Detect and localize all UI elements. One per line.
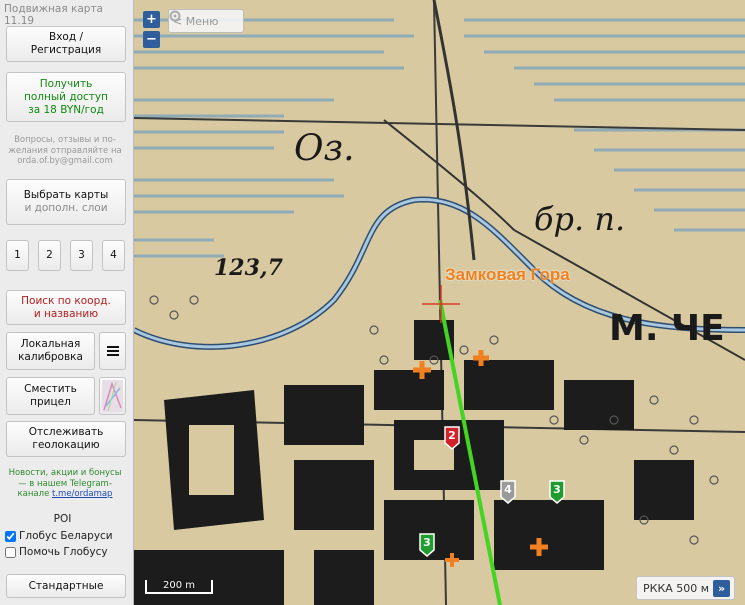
- poi-globe-label: Глобус Беларуси: [19, 530, 113, 542]
- marker-number: 4: [504, 483, 512, 496]
- map-town-label: М. ЧЕ: [609, 308, 725, 349]
- login-button[interactable]: Вход / Регистрация: [6, 26, 126, 62]
- app-title: Подвижная карта 11.19: [4, 3, 103, 27]
- map-lake-label: Оз.: [294, 128, 355, 169]
- page-button-1[interactable]: 1: [6, 240, 29, 271]
- poi-help-checkbox[interactable]: [5, 546, 16, 558]
- menu-button[interactable]: < Меню: [168, 9, 244, 33]
- poi-help-option[interactable]: Помочь Глобусу: [5, 546, 108, 558]
- page-button-3[interactable]: 3: [70, 240, 93, 271]
- poi-globe-option[interactable]: Глобус Беларуси: [5, 530, 113, 542]
- poi-title: POI: [53, 513, 72, 525]
- zoom-in-button[interactable]: +: [143, 11, 160, 28]
- poi-globe-checkbox[interactable]: [5, 530, 16, 542]
- map-height-label: 123,7: [214, 255, 284, 281]
- poi-marker[interactable]: 3: [549, 480, 565, 504]
- hamburger-menu-button[interactable]: [99, 332, 126, 370]
- choose-maps-sublabel: и дополн. слои: [24, 202, 108, 214]
- marker-number: 3: [423, 536, 431, 549]
- gear-icon: [169, 10, 181, 22]
- search-coords-button[interactable]: Поиск по коорд. и названию: [6, 290, 126, 325]
- marker-number: 2: [448, 429, 456, 442]
- poi-marker[interactable]: 4: [500, 480, 516, 504]
- layer-switcher[interactable]: РККА 500 м »: [636, 576, 736, 600]
- page-button-4[interactable]: 4: [102, 240, 125, 271]
- poi-marker[interactable]: 2: [444, 426, 460, 450]
- scale-bar: 200 m: [145, 580, 213, 594]
- layer-name: РККА 500 м: [643, 581, 710, 595]
- map-image: 123,7 Оз. бр. п. М. ЧЕ: [134, 0, 745, 605]
- zoom-out-button[interactable]: −: [143, 31, 160, 48]
- choose-maps-button[interactable]: Выбрать карты и дополн. слои: [6, 179, 126, 225]
- track-geolocation-button[interactable]: Отслеживать геолокацию: [6, 421, 126, 457]
- contact-info: Вопросы, отзывы и по-желания отправляйте…: [8, 135, 122, 166]
- poi-marker[interactable]: 3: [419, 533, 435, 557]
- crosshair-preview-button[interactable]: [99, 377, 126, 415]
- next-layer-icon[interactable]: »: [713, 579, 731, 597]
- map-viewport[interactable]: 123,7 Оз. бр. п. М. ЧЕ 2 4 3 3 Замковая …: [134, 0, 745, 605]
- full-access-button[interactable]: Получить полный доступ за 18 BYN/год: [6, 72, 126, 122]
- telegram-link[interactable]: t.me/ordamap: [52, 489, 112, 499]
- choose-maps-label: Выбрать карты: [23, 189, 109, 201]
- page-button-2[interactable]: 2: [38, 240, 61, 271]
- standard-button[interactable]: Стандартные: [6, 574, 126, 598]
- marker-number: 3: [553, 483, 561, 496]
- local-calibration-button[interactable]: Локальная калибровка: [6, 332, 95, 370]
- news-text: Новости, акции и бонусы — в нашем Telegr…: [4, 468, 126, 500]
- sidebar: Подвижная карта 11.19 Вход / Регистрация…: [0, 0, 134, 605]
- shift-sight-button[interactable]: Сместить прицел: [6, 377, 95, 415]
- place-label: Замковая Гора: [445, 265, 570, 284]
- poi-help-label: Помочь Глобусу: [19, 546, 108, 558]
- map-forest-label: бр. п.: [534, 200, 625, 238]
- crosshair-thumbnail-icon: [102, 380, 123, 412]
- hamburger-icon: [106, 346, 119, 356]
